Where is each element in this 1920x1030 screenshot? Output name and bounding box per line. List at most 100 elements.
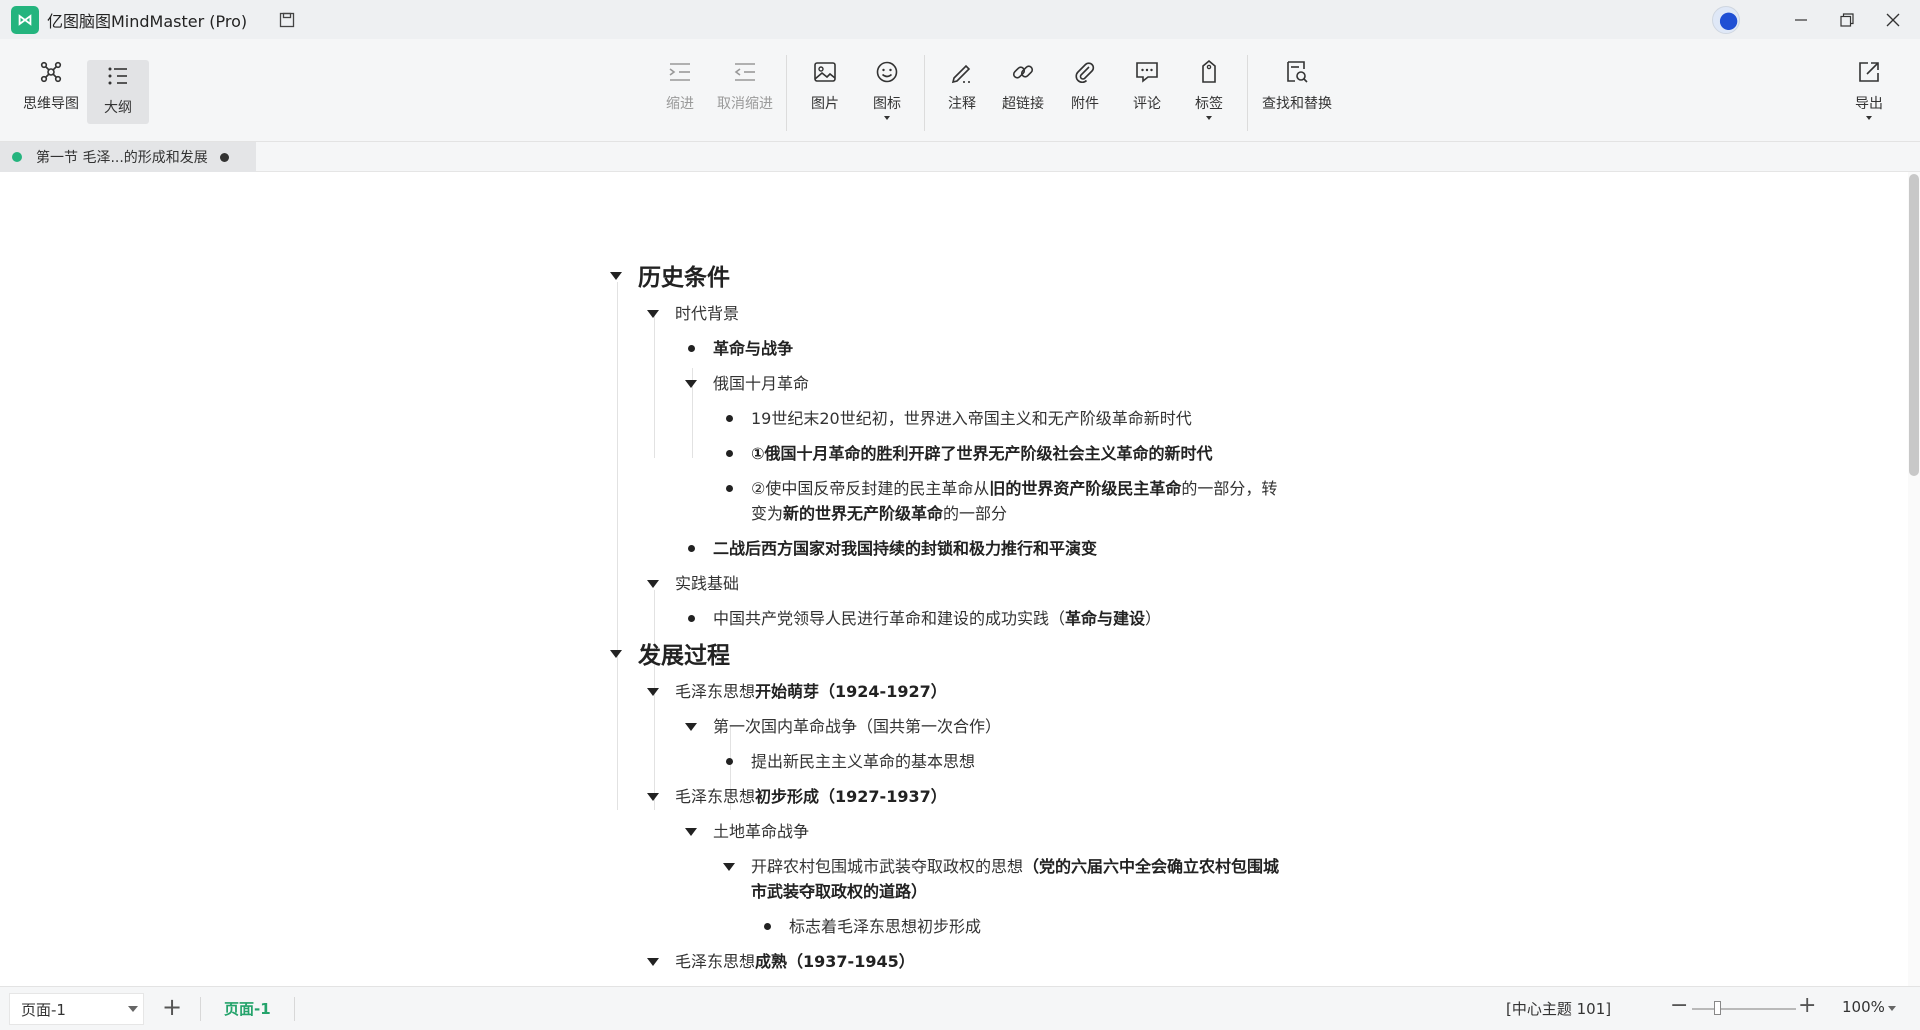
bullet-icon (726, 450, 733, 457)
zoom-in-icon[interactable]: + (1798, 993, 1816, 1018)
outline-topic-level3[interactable]: 革命与战争 (713, 337, 793, 361)
unsaved-dot-icon[interactable] (219, 152, 229, 162)
save-icon[interactable] (277, 10, 297, 30)
mindmaster-logo-icon: ⋈ (11, 5, 39, 34)
collapse-triangle-icon[interactable] (647, 793, 659, 801)
unindent-button[interactable]: 取消缩进 (712, 59, 778, 113)
outline-topic-level5[interactable]: 标志着毛泽东思想初步形成 (789, 915, 981, 939)
zoom-level[interactable]: 100% (1842, 998, 1885, 1016)
tag-label: 标签 (1195, 96, 1223, 112)
export-button[interactable]: 导出 (1852, 59, 1886, 120)
outline-topic-level2[interactable]: 毛泽东思想初步形成（1927-1937） (675, 785, 947, 809)
ribbon-toolbar: 思维导图 大纲 缩进 取消缩进 图片 图标 注释 超链接 附件 评论 标签 查找… (0, 39, 1920, 142)
scrollbar-thumb[interactable] (1909, 174, 1919, 476)
collapse-triangle-icon[interactable] (685, 828, 697, 836)
zoom-out-icon[interactable]: − (1670, 993, 1688, 1018)
page-tab[interactable]: 页面-1 (224, 998, 271, 1019)
collapse-triangle-icon[interactable] (647, 580, 659, 588)
outline-topic-level1[interactable]: 历史条件 (638, 262, 730, 294)
document-tab[interactable]: 第一节 毛泽...的形成和发展 (0, 142, 256, 172)
selection-status: [中心主题 101] (1506, 1000, 1612, 1018)
mindmap-view-label: 思维导图 (23, 96, 79, 112)
user-avatar[interactable] (1712, 5, 1740, 34)
outline-topic-level4[interactable]: 提出新民主主义革命的基本思想 (751, 750, 975, 774)
collapse-triangle-icon[interactable] (723, 863, 735, 871)
collapse-triangle-icon[interactable] (610, 272, 622, 280)
topic-text: 的一部分 (943, 504, 1008, 523)
topic-bold-text: 市武装夺取政权的道路） (751, 882, 928, 901)
outline-view-button[interactable]: 大纲 (87, 60, 149, 124)
outline-topic-level4[interactable]: ②使中国反帝反封建的民主革命从旧的世界资产阶级民主革命的一部分，转 (751, 477, 1277, 501)
collapse-triangle-icon[interactable] (610, 650, 622, 658)
outline-topic-level2[interactable]: 毛泽东思想开始萌芽（1924-1927） (675, 680, 947, 704)
topic-bold-text: 旧的世界资产阶级民主革命 (989, 479, 1182, 498)
link-icon (1012, 65, 1034, 79)
outline-topic-level4[interactable]: 19世纪末20世纪初，世界进入帝国主义和无产阶级革命新时代 (751, 407, 1192, 431)
outline-topic-continuation: 市武装夺取政权的道路） (751, 880, 927, 904)
outline-topic-level2[interactable]: 毛泽东思想成熟（1937-1945） (675, 950, 915, 974)
outline-guide-line (654, 312, 655, 458)
topic-bold-text: 初步形成（1927-1937） (755, 787, 947, 806)
outline-topic-level4[interactable]: 开辟农村包围城市武装夺取政权的思想（党的六届六中全会确立农村包围城 (751, 855, 1279, 879)
collapse-triangle-icon[interactable] (685, 380, 697, 388)
outline-topic-level3[interactable]: 土地革命战争 (713, 820, 809, 844)
attachment-label: 附件 (1071, 96, 1099, 112)
document-icon (12, 152, 22, 162)
topic-text: 开辟农村包围城市武装夺取政权的思想 (751, 857, 1024, 876)
topic-text: 毛泽东思想 (675, 952, 756, 971)
page-selector[interactable]: 页面-1 (9, 993, 144, 1025)
indent-button[interactable]: 缩进 (660, 59, 700, 113)
find-replace-button[interactable]: 查找和替换 (1258, 59, 1336, 113)
topic-bold-text: （党的六届六中全会确立农村包围城 (1023, 857, 1280, 876)
export-icon (1859, 62, 1879, 82)
outline-topic-level2[interactable]: 实践基础 (675, 572, 739, 596)
collapse-triangle-icon[interactable] (685, 723, 697, 731)
add-page-icon[interactable]: + (162, 993, 182, 1021)
outline-topic-level3[interactable]: 第一次国内革命战争（国共第一次合作） (713, 715, 1001, 739)
topic-text: ②使中国反帝反封建的民主革命从 (751, 479, 990, 498)
outdent-icon (734, 63, 755, 81)
outline-topic-level1[interactable]: 发展过程 (638, 640, 730, 672)
collapse-triangle-icon[interactable] (647, 688, 659, 696)
tag-button[interactable]: 标签 (1190, 59, 1228, 120)
icon-button[interactable]: 图标 (868, 59, 906, 120)
zoom-slider[interactable] (1692, 1008, 1796, 1010)
collapse-triangle-icon[interactable] (647, 310, 659, 318)
restore-button[interactable] (1824, 0, 1870, 39)
outline-view-label: 大纲 (104, 100, 132, 116)
outline-guide-line (617, 282, 618, 810)
hyperlink-button[interactable]: 超链接 (998, 59, 1048, 113)
outline-guide-line (654, 590, 655, 810)
hyperlink-label: 超链接 (1002, 96, 1044, 112)
close-button[interactable] (1870, 0, 1916, 39)
outline-canvas[interactable]: 历史条件 时代背景 革命与战争 俄国十月革命 19世纪末20世纪初，世界进入帝国… (0, 172, 1908, 986)
image-button[interactable]: 图片 (806, 59, 844, 113)
outline-topic-level3[interactable]: 中国共产党领导人民进行革命和建设的成功实践（革命与建设） (713, 607, 1161, 631)
topic-text: 中国共产党领导人民进行革命和建设的成功实践（ (713, 609, 1066, 628)
chevron-down-icon (884, 116, 890, 120)
zoom-slider-handle[interactable] (1714, 1001, 1721, 1015)
outline-topic-level4[interactable]: ①俄国十月革命的胜利开辟了世界无产阶级社会主义革命的新时代 (751, 442, 1213, 466)
outline-topic-level3[interactable]: 二战后西方国家对我国持续的封锁和极力推行和平演变 (713, 537, 1097, 561)
chevron-down-icon[interactable] (1888, 1006, 1896, 1011)
find-replace-icon (1287, 61, 1308, 83)
outline-topic-level2[interactable]: 时代背景 (675, 302, 739, 326)
mindmap-view-button[interactable]: 思维导图 (18, 59, 84, 113)
chevron-down-icon (1866, 116, 1872, 120)
note-button[interactable]: 注释 (944, 59, 980, 113)
outline-topic-level3[interactable]: 俄国十月革命 (713, 372, 809, 396)
comment-button[interactable]: 评论 (1128, 59, 1166, 113)
indent-icon (669, 63, 690, 81)
attachment-button[interactable]: 附件 (1066, 59, 1104, 113)
bullet-icon (688, 345, 695, 352)
document-tab-bar: 第一节 毛泽...的形成和发展 (0, 142, 1920, 172)
minimize-button[interactable] (1778, 0, 1824, 39)
collapse-triangle-icon[interactable] (647, 958, 659, 966)
status-divider (200, 997, 201, 1021)
icon-label: 图标 (873, 96, 901, 112)
indent-label: 缩进 (666, 96, 694, 112)
bullet-icon (726, 485, 733, 492)
pencil-icon (951, 64, 971, 84)
toolbar-divider (924, 55, 925, 131)
topic-bold-text: 成熟（1937-1945） (755, 952, 915, 971)
